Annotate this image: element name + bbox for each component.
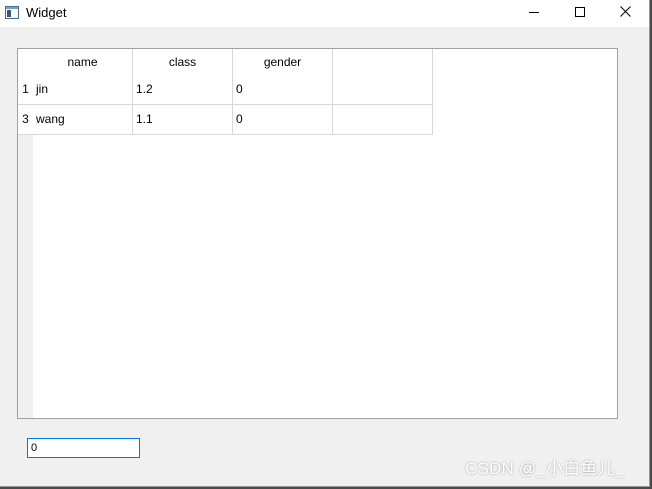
column-header-gender[interactable]: gender bbox=[233, 49, 333, 75]
close-icon bbox=[620, 6, 631, 17]
table-cell[interactable]: 0 bbox=[233, 105, 333, 135]
window-title: Widget bbox=[26, 5, 67, 20]
column-header-4[interactable] bbox=[333, 49, 433, 75]
value-input[interactable] bbox=[27, 438, 140, 458]
row-header-2[interactable]: 3 bbox=[18, 105, 33, 135]
window-app-icon bbox=[5, 6, 19, 19]
table-cell[interactable]: 1.1 bbox=[133, 105, 233, 135]
minimize-button[interactable] bbox=[511, 0, 557, 27]
table-cell[interactable] bbox=[333, 105, 433, 135]
column-header-class[interactable]: class bbox=[133, 49, 233, 75]
title-bar[interactable]: Widget bbox=[0, 0, 649, 27]
maximize-icon bbox=[575, 7, 585, 17]
minimize-icon bbox=[529, 12, 539, 13]
maximize-button[interactable] bbox=[557, 0, 603, 27]
close-button[interactable] bbox=[603, 0, 649, 27]
table-cell[interactable]: wang bbox=[33, 105, 133, 135]
table-cell[interactable]: 0 bbox=[233, 75, 333, 105]
table-corner-button[interactable] bbox=[18, 49, 33, 75]
column-header-name[interactable]: name bbox=[33, 49, 133, 75]
app-window: Widget name class gender 1 jin 1.2 0 3 w… bbox=[0, 0, 650, 487]
table-cell[interactable]: jin bbox=[33, 75, 133, 105]
table-view[interactable]: name class gender 1 jin 1.2 0 3 wang 1.1… bbox=[17, 48, 618, 419]
table-cell[interactable] bbox=[333, 75, 433, 105]
watermark-text: CSDN @_小白鱼儿_ bbox=[465, 459, 625, 478]
row-header-1[interactable]: 1 bbox=[18, 75, 33, 105]
table-cell[interactable]: 1.2 bbox=[133, 75, 233, 105]
